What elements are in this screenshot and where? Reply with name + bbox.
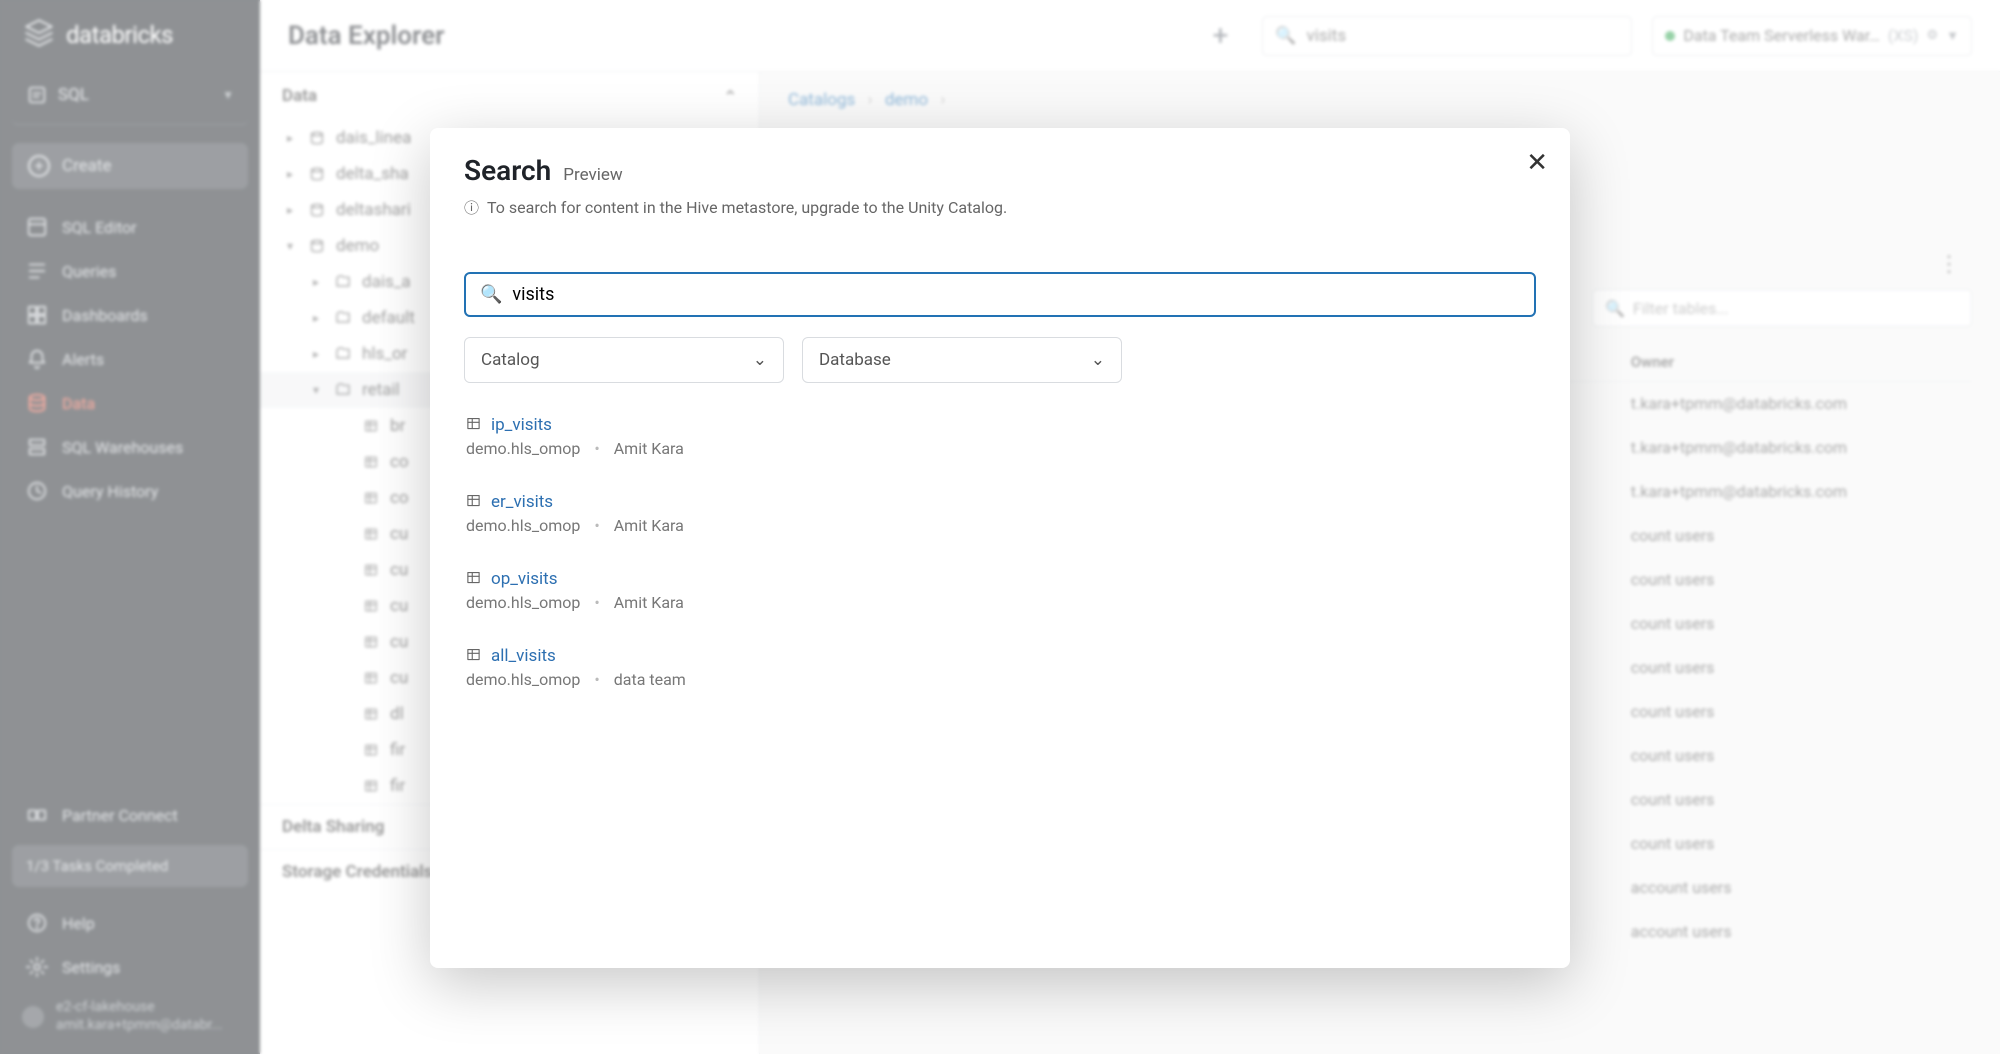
search-result[interactable]: er_visitsdemo.hls_omop•Amit Kara [464,484,1536,543]
filter-database[interactable]: Database ⌄ [802,337,1122,383]
search-icon: 🔍 [480,284,502,305]
close-button[interactable]: ✕ [1526,148,1548,178]
result-name[interactable]: er_visits [491,492,553,512]
result-path: demo.hls_omop [466,593,580,612]
filter-catalog[interactable]: Catalog ⌄ [464,337,784,383]
filter-label: Catalog [481,350,540,370]
result-path: demo.hls_omop [466,516,580,535]
result-owner: Amit Kara [614,439,684,458]
modal-search-field[interactable] [512,284,1520,305]
search-result[interactable]: op_visitsdemo.hls_omop•Amit Kara [464,561,1536,620]
result-name[interactable]: op_visits [491,569,558,589]
modal-info: ⓘ To search for content in the Hive meta… [464,197,1536,218]
result-owner: Amit Kara [614,516,684,535]
search-result[interactable]: ip_visitsdemo.hls_omop•Amit Kara [464,407,1536,466]
result-name[interactable]: all_visits [491,646,556,666]
result-path: demo.hls_omop [466,439,580,458]
table-icon [466,570,481,589]
modal-search-input[interactable]: 🔍 [464,272,1536,317]
result-path: demo.hls_omop [466,670,580,689]
search-results: ip_visitsdemo.hls_omop•Amit Karaer_visit… [464,407,1536,697]
filter-label: Database [819,350,891,370]
chevron-down-icon: ⌄ [1091,350,1105,370]
modal-info-text: To search for content in the Hive metast… [487,198,1007,217]
table-icon [466,647,481,666]
table-icon [466,416,481,435]
modal-title: Search [464,154,551,187]
chevron-down-icon: ⌄ [753,350,767,370]
result-owner: data team [614,670,686,689]
result-name[interactable]: ip_visits [491,415,552,435]
search-modal: ✕ Search Preview ⓘ To search for content… [430,128,1570,968]
info-icon: ⓘ [464,197,479,218]
result-owner: Amit Kara [614,593,684,612]
table-icon [466,493,481,512]
search-result[interactable]: all_visitsdemo.hls_omop•data team [464,638,1536,697]
preview-badge: Preview [563,165,622,185]
